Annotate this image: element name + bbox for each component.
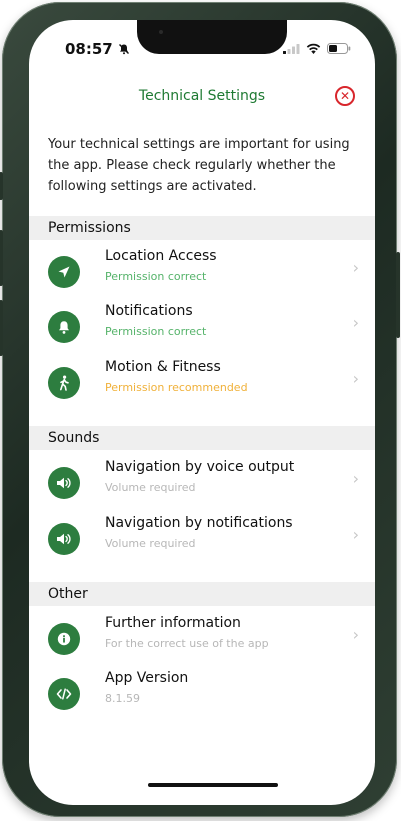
walking-person-icon xyxy=(48,367,80,399)
section-header-other: Other xyxy=(29,582,375,606)
silent-switch xyxy=(0,172,3,200)
settings-row-motion-fitness[interactable]: Motion & Fitness Permission recommended … xyxy=(29,359,375,413)
settings-row-location-access[interactable]: Location Access Permission correct › xyxy=(29,248,375,302)
row-status: Permission correct xyxy=(105,270,207,283)
app-version-value: 8.1.59 xyxy=(105,692,140,705)
row-title: Motion & Fitness xyxy=(105,359,221,375)
settings-row-notification-sounds[interactable]: Navigation by notifications Volume requi… xyxy=(29,515,375,569)
row-title: Notifications xyxy=(105,303,193,319)
settings-row-voice-output[interactable]: Navigation by voice output Volume requir… xyxy=(29,459,375,513)
status-time-text: 08:57 xyxy=(65,40,113,58)
chevron-right-icon: › xyxy=(352,469,359,488)
settings-row-app-version: App Version 8.1.59 xyxy=(29,670,375,724)
notch xyxy=(137,20,287,54)
silent-bell-icon xyxy=(118,44,129,55)
battery-icon xyxy=(327,43,351,54)
power-button xyxy=(396,252,400,338)
home-indicator[interactable] xyxy=(148,783,278,787)
location-arrow-icon xyxy=(48,256,80,288)
speaker-icon xyxy=(48,523,80,555)
row-title: Navigation by notifications xyxy=(105,515,293,531)
close-icon: ✕ xyxy=(339,89,351,103)
status-icons xyxy=(283,43,351,54)
status-time: 08:57 xyxy=(65,40,130,58)
close-button[interactable]: ✕ xyxy=(335,86,355,106)
wifi-icon xyxy=(306,43,321,54)
chevron-right-icon: › xyxy=(352,258,359,277)
row-status: Permission correct xyxy=(105,325,207,338)
volume-up-button xyxy=(0,230,3,286)
row-status: Permission recommended xyxy=(105,381,248,394)
row-title: Further information xyxy=(105,615,241,631)
row-title: Location Access xyxy=(105,248,217,264)
screen: 08:57 Technical Settings ✕ Your technica… xyxy=(29,20,375,805)
code-icon xyxy=(48,678,80,710)
chevron-right-icon: › xyxy=(352,369,359,388)
phone-frame: 08:57 Technical Settings ✕ Your technica… xyxy=(0,2,400,817)
bell-icon xyxy=(48,311,80,343)
section-header-permissions: Permissions xyxy=(29,216,375,240)
chevron-right-icon: › xyxy=(352,313,359,332)
row-status: Volume required xyxy=(105,481,196,494)
intro-text: Your technical settings are important fo… xyxy=(48,137,350,194)
signal-icon xyxy=(283,44,300,54)
camera-dot xyxy=(159,30,163,34)
section-header-sounds: Sounds xyxy=(29,426,375,450)
row-title: Navigation by voice output xyxy=(105,459,295,475)
row-status: For the correct use of the app xyxy=(105,637,269,650)
settings-row-further-information[interactable]: Further information For the correct use … xyxy=(29,615,375,669)
chevron-right-icon: › xyxy=(352,525,359,544)
row-title: App Version xyxy=(105,670,189,686)
info-icon xyxy=(48,623,80,655)
chevron-right-icon: › xyxy=(352,625,359,644)
row-status: Volume required xyxy=(105,537,196,550)
speaker-icon xyxy=(48,467,80,499)
page-title: Technical Settings xyxy=(138,88,266,104)
settings-row-notifications[interactable]: Notifications Permission correct › xyxy=(29,303,375,357)
volume-down-button xyxy=(0,300,3,356)
